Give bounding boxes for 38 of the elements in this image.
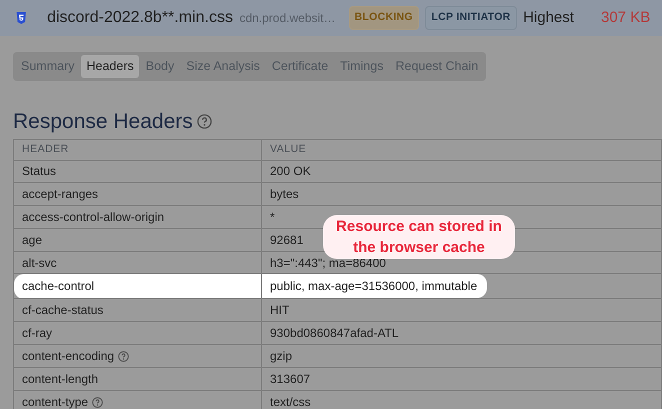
header-name-cell: cf-ray <box>14 322 262 345</box>
value-cell: 313607 <box>262 367 662 390</box>
header-name-cell: age <box>14 228 262 252</box>
header-name-cell: Status <box>14 160 262 183</box>
header-name: content-encoding <box>22 348 114 363</box>
header-name-cell: content-length <box>14 367 262 390</box>
help-icon[interactable] <box>118 351 130 362</box>
value-cell: 200 OK <box>262 160 662 183</box>
value-cell: 930bd0860847afad-ATL <box>262 322 662 345</box>
priority-text: Highest <box>523 8 575 28</box>
header-name-cell: access-control-allow-origin <box>14 206 262 228</box>
value-cell: HIT <box>262 298 662 322</box>
tab[interactable]: Headers <box>81 55 139 78</box>
size-text: 307 KB <box>601 8 649 28</box>
value-cell: bytes <box>262 182 662 206</box>
tab[interactable]: Size Analysis <box>181 55 265 78</box>
tab[interactable]: Request Chain <box>390 55 484 78</box>
file-name[interactable]: discord-2022.8b**.min.css <box>47 6 233 30</box>
tab[interactable]: Summary <box>16 55 80 78</box>
column-header: HEADER <box>14 139 262 160</box>
tab[interactable]: Timings <box>335 55 388 78</box>
section-title: Response Headers <box>13 110 193 132</box>
value-cell: gzip <box>262 344 662 368</box>
help-icon[interactable] <box>196 114 212 129</box>
tag-label: LCP INITIATOR <box>425 6 517 30</box>
header-name-cell: cache-control <box>14 274 262 299</box>
host-name: cdn.prod.websit… <box>239 10 336 27</box>
header-name: content-type <box>22 394 88 409</box>
value-text: public, max-age=31536000, immutable <box>262 274 488 298</box>
header-name-cell: cf-cache-status <box>14 298 262 322</box>
callout-note: Resource can stored in the browser cache <box>323 215 515 259</box>
column-header: VALUE <box>262 139 662 160</box>
header-name-cell: accept-ranges <box>14 182 262 206</box>
help-icon[interactable] <box>92 396 104 408</box>
tab[interactable]: Certificate <box>266 55 334 78</box>
css-file-icon <box>16 9 27 27</box>
tab[interactable]: Body <box>140 55 180 78</box>
tag-label: BLOCKING <box>348 6 419 30</box>
